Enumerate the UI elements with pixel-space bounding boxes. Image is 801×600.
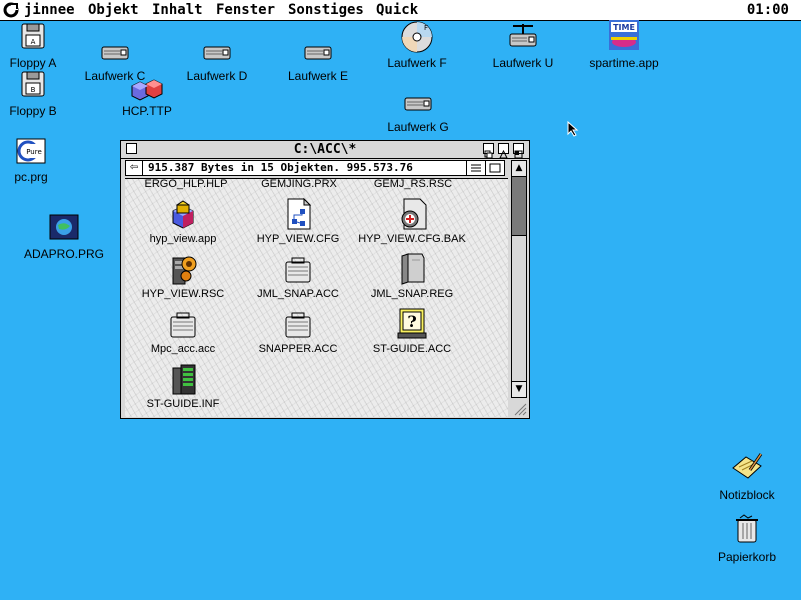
- svg-text:F: F: [424, 24, 428, 32]
- spartime-icon: TIME: [609, 20, 639, 50]
- file-item[interactable]: ST-GUIDE.INF: [128, 362, 238, 410]
- file-item[interactable]: ERGO_HLP.HLP: [131, 179, 241, 190]
- svg-text:TIME: TIME: [613, 23, 635, 32]
- acc-file-icon: [170, 312, 196, 338]
- scroll-thumb[interactable]: [512, 177, 526, 236]
- view-list-button[interactable]: [466, 161, 485, 175]
- file-area: ERGO_HLP.HLP GEMJING.PRX GEMJ_RS.RSC hyp…: [125, 178, 508, 417]
- desktop-icon-notizblock[interactable]: Notizblock: [716, 452, 778, 502]
- drive-icon: [404, 97, 432, 111]
- notepad-icon: [732, 453, 763, 479]
- file-item[interactable]: JML_SNAP.ACC: [243, 252, 353, 300]
- desktop-icon-laufwerk-g[interactable]: Laufwerk G: [387, 95, 449, 135]
- svg-text:A: A: [31, 38, 36, 46]
- window-title: C:\ACC\*: [293, 142, 357, 157]
- menu-quick[interactable]: Quick: [376, 2, 418, 18]
- drive-icon: [101, 46, 129, 60]
- svg-text:?: ?: [407, 312, 416, 331]
- trash-icon: [736, 514, 758, 543]
- scroll-up-button[interactable]: ▲: [512, 161, 526, 177]
- bak-file-icon: [401, 198, 427, 230]
- jinnee-logo-icon[interactable]: [3, 2, 19, 18]
- resize-handle-icon[interactable]: [511, 400, 527, 416]
- menu-jinnee[interactable]: jinnee: [24, 2, 75, 18]
- desktop-icon-floppy-b[interactable]: B Floppy B: [3, 70, 63, 118]
- hyp-view-icon: [172, 200, 194, 229]
- fuller-icon: [514, 150, 523, 159]
- svg-text:Pure: Pure: [26, 148, 42, 156]
- svg-text:B: B: [31, 86, 36, 94]
- desktop-icon-laufwerk-d[interactable]: Laufwerk D: [187, 44, 247, 84]
- st-guide-icon: ?: [397, 308, 427, 339]
- vertical-scrollbar[interactable]: ▲ ▼: [511, 160, 527, 398]
- desktop-icon-adapro[interactable]: ADAPRO.PRG: [24, 213, 104, 261]
- backdrop-button[interactable]: [498, 143, 509, 159]
- floppy-icon: B: [21, 71, 45, 97]
- acc-file-icon: [285, 257, 311, 283]
- desktop-icon-pc-prg[interactable]: Pure pc.prg: [1, 138, 61, 184]
- network-drive-icon: [509, 24, 537, 47]
- file-item[interactable]: SNAPPER.ACC: [243, 307, 353, 355]
- file-item[interactable]: HYP_VIEW.CFG: [243, 197, 353, 245]
- file-item[interactable]: HYP_VIEW.RSC: [128, 252, 238, 300]
- scroll-down-button[interactable]: ▼: [512, 381, 526, 397]
- triangle-up-icon: [499, 149, 508, 159]
- desktop-icon-laufwerk-u[interactable]: Laufwerk U: [493, 22, 553, 72]
- rsc-file-icon: [172, 256, 197, 285]
- cdrom-icon: F: [401, 21, 433, 53]
- cfg-file-icon: [287, 197, 312, 230]
- floppy-icon: A: [21, 23, 45, 49]
- info-bar: ⇦ 915.387 Bytes in 15 Objekten. 995.573.…: [125, 160, 505, 176]
- fuller-button[interactable]: [513, 143, 524, 159]
- pure-c-icon: Pure: [16, 138, 46, 164]
- window-titlebar[interactable]: C:\ACC\*: [121, 141, 529, 159]
- desktop-icon-hcp[interactable]: HCP.TTP: [117, 78, 177, 120]
- desktop-icon-papierkorb[interactable]: Papierkorb: [716, 514, 778, 566]
- desktop-icon-laufwerk-f[interactable]: F Laufwerk F: [387, 20, 447, 72]
- drive-icon: [203, 46, 231, 60]
- globe-monitor-icon: [49, 214, 79, 240]
- icon-view-icon: [489, 163, 501, 173]
- file-window: C:\ACC\* ⇦ 915.387 Bytes in 15 Objekten.…: [120, 140, 530, 419]
- desktop-icon-floppy-a[interactable]: A Floppy A: [3, 22, 63, 70]
- drive-icon: [304, 46, 332, 60]
- acc-file-icon: [285, 312, 311, 338]
- reg-file-icon: [401, 253, 425, 285]
- scroll-left-button[interactable]: ⇦: [126, 161, 143, 175]
- view-icons-button[interactable]: [485, 161, 504, 175]
- inf-file-icon: [172, 364, 196, 395]
- menu-bar: jinnee Objekt Inhalt Fenster Sonstiges Q…: [0, 0, 801, 21]
- file-item[interactable]: GEMJING.PRX: [244, 179, 354, 190]
- desktop-icon-laufwerk-e[interactable]: Laufwerk E: [288, 44, 348, 84]
- file-item[interactable]: JML_SNAP.REG: [357, 252, 467, 300]
- file-item[interactable]: hyp_view.app: [128, 197, 238, 245]
- file-item[interactable]: Mpc_acc.acc: [128, 307, 238, 355]
- menu-objekt[interactable]: Objekt: [88, 2, 139, 18]
- info-text: 915.387 Bytes in 15 Objekten. 995.573.76: [148, 161, 413, 174]
- file-item[interactable]: HYP_VIEW.CFG.BAK: [357, 197, 467, 245]
- clock: 01:00: [746, 2, 789, 18]
- menu-inhalt[interactable]: Inhalt: [152, 2, 203, 18]
- menu-fenster[interactable]: Fenster: [216, 2, 275, 18]
- iconify-icon: [484, 150, 493, 159]
- iconify-button[interactable]: [483, 143, 494, 159]
- list-view-icon: [471, 164, 481, 172]
- file-item[interactable]: GEMJ_RS.RSC: [358, 179, 468, 190]
- file-item[interactable]: ? ST-GUIDE.ACC: [357, 307, 467, 355]
- mouse-cursor-icon: [567, 121, 579, 137]
- desktop-icon-spartime[interactable]: TIME spartime.app: [589, 18, 659, 72]
- menu-sonstiges[interactable]: Sonstiges: [288, 2, 364, 18]
- cubes-icon: [131, 79, 163, 101]
